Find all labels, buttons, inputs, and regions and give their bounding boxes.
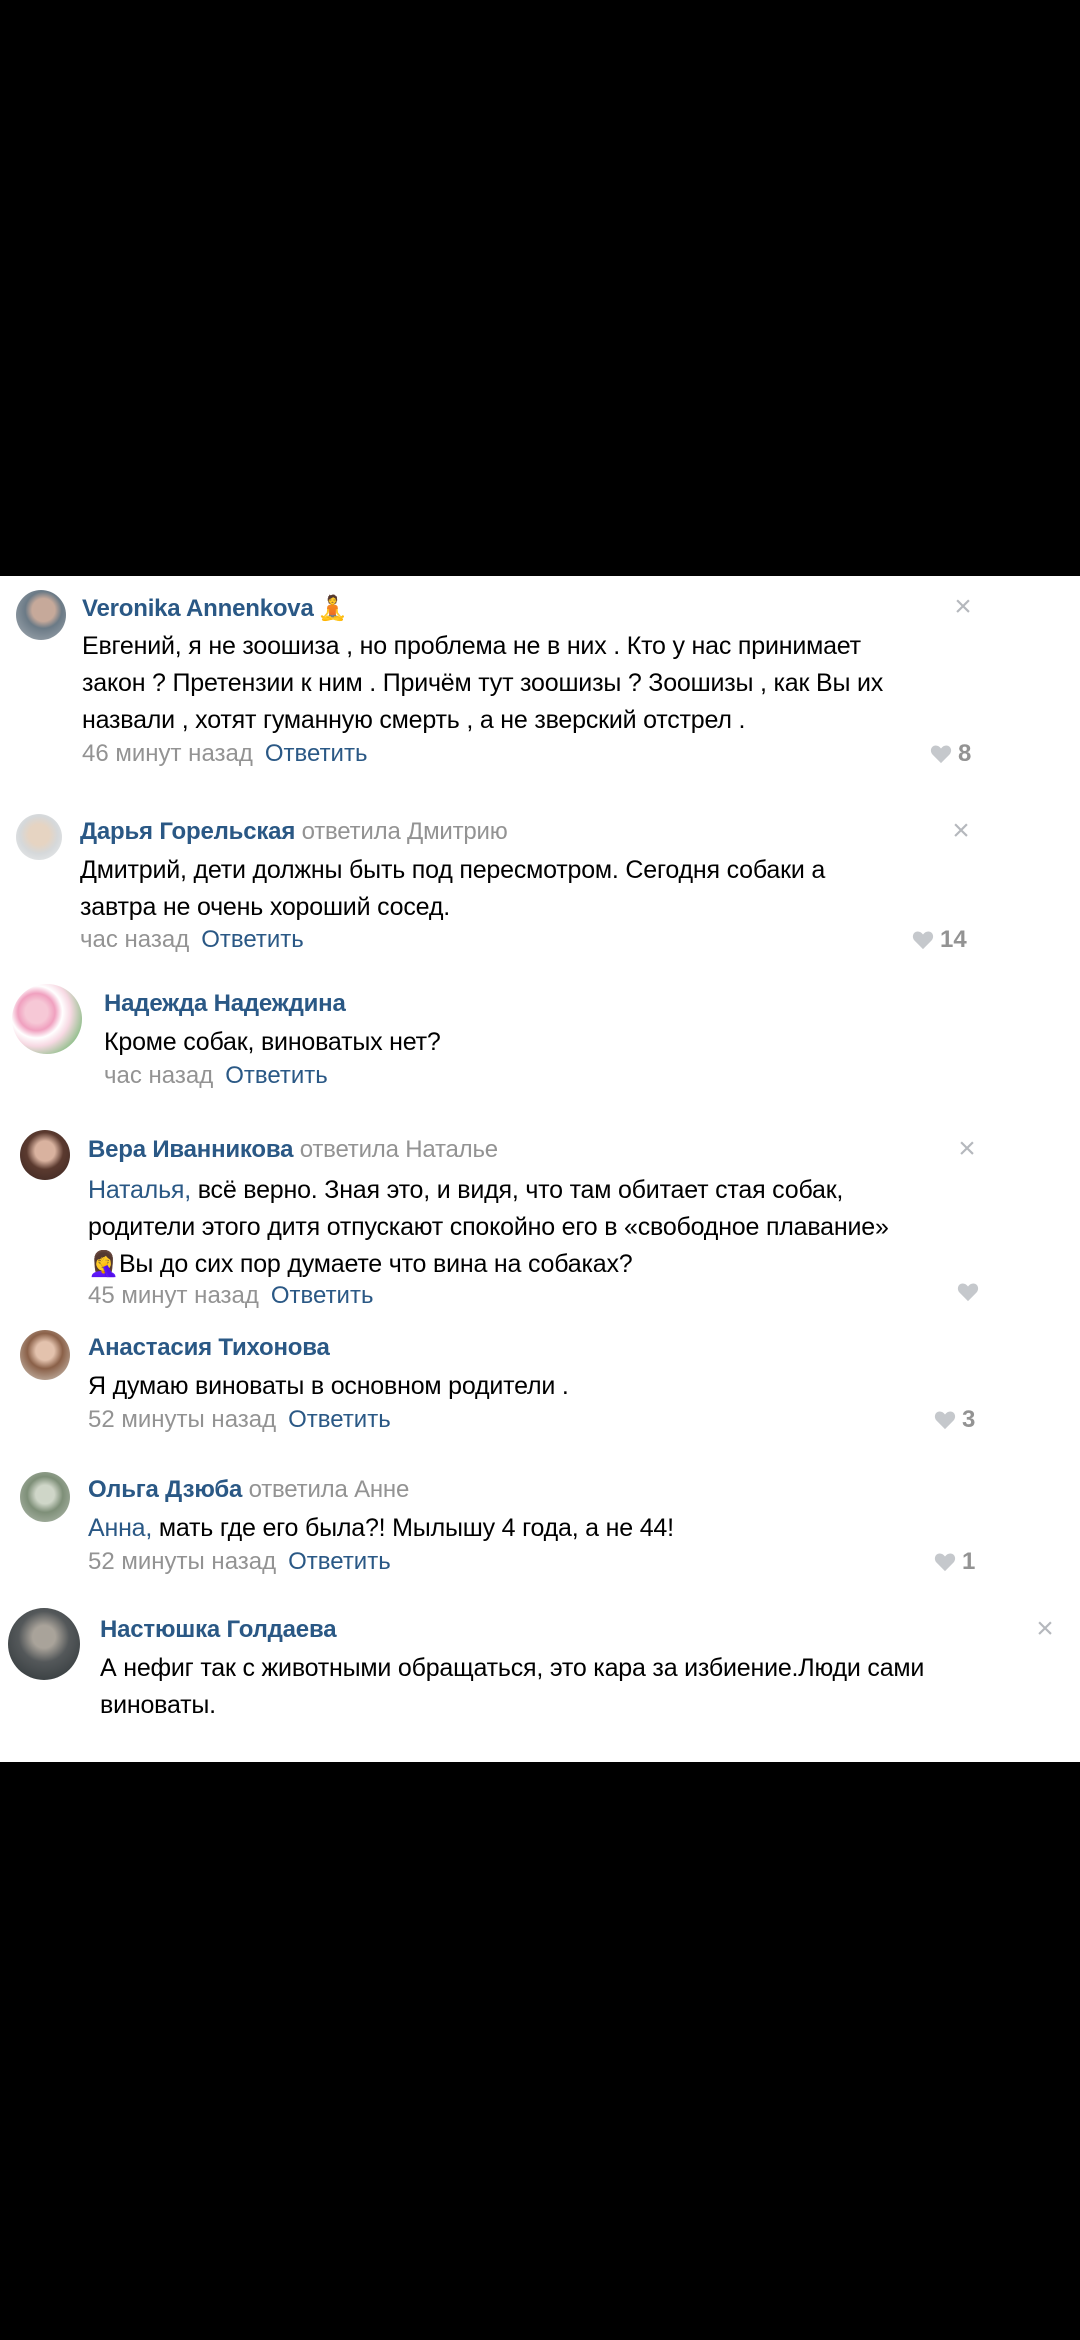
comment-text: А нефиг так с животными обращаться, это … bbox=[100, 1654, 925, 1719]
close-icon[interactable]: × bbox=[952, 592, 974, 622]
comment-time[interactable]: 45 минут назад bbox=[88, 1282, 259, 1309]
author-name[interactable]: Надежда Надеждина bbox=[104, 990, 346, 1017]
close-icon[interactable]: × bbox=[950, 816, 972, 846]
like-button[interactable]: 1 bbox=[934, 1548, 975, 1576]
author-name[interactable]: Дарья Горельская bbox=[80, 818, 295, 845]
comment-author[interactable]: Анастасия Тихонова bbox=[88, 1334, 330, 1362]
comment-author[interactable]: Настюшка Голдаева bbox=[100, 1616, 337, 1644]
avatar[interactable] bbox=[16, 590, 66, 640]
comment-meta: час назад Ответить bbox=[80, 926, 304, 954]
comment-text: Наталья, всё верно. Зная это, и видя, чт… bbox=[88, 1176, 889, 1278]
comment-author[interactable]: Дарья Горельская ответила Дмитрию bbox=[80, 818, 508, 846]
facepalm-emoji-icon: 🤦‍♀️ bbox=[88, 1250, 119, 1278]
comment-author[interactable]: Вера Иванникова ответила Наталье bbox=[88, 1136, 498, 1164]
heart-icon bbox=[957, 1283, 979, 1302]
close-icon[interactable]: × bbox=[1034, 1614, 1056, 1644]
comment-text: Дмитрий, дети должны быть под пересмотро… bbox=[80, 856, 826, 921]
like-count: 3 bbox=[962, 1406, 976, 1433]
comment-meta: 52 минуты назад Ответить bbox=[88, 1406, 391, 1434]
avatar[interactable] bbox=[20, 1330, 70, 1380]
like-count: 1 bbox=[962, 1548, 976, 1575]
like-button[interactable]: 14 bbox=[912, 926, 967, 954]
heart-icon bbox=[934, 1411, 956, 1430]
reply-button[interactable]: Ответить bbox=[288, 1548, 391, 1575]
reply-button[interactable]: Ответить bbox=[265, 740, 368, 767]
comment-author[interactable]: Ольга Дзюба ответила Анне bbox=[88, 1476, 409, 1504]
comment-text: Кроме собак, виноватых нет? bbox=[104, 1028, 441, 1056]
comment-author[interactable]: Veronika Annenkova 🧘 bbox=[82, 594, 347, 623]
avatar[interactable] bbox=[20, 1472, 70, 1522]
author-name[interactable]: Анастасия Тихонова bbox=[88, 1334, 330, 1361]
avatar[interactable] bbox=[16, 814, 62, 860]
lotus-emoji-icon: 🧘 bbox=[317, 595, 348, 622]
comment-time[interactable]: 52 минуты назад bbox=[88, 1406, 276, 1433]
like-count: 8 bbox=[958, 740, 972, 767]
heart-icon bbox=[930, 745, 952, 764]
addressee-link[interactable]: Наталья, bbox=[88, 1176, 191, 1204]
like-button[interactable]: 8 bbox=[930, 740, 971, 768]
reply-button[interactable]: Ответить bbox=[201, 926, 304, 953]
comment-text: Анна, мать где его была?! Мылышу 4 года,… bbox=[88, 1514, 674, 1542]
comment-time[interactable]: час назад bbox=[80, 926, 189, 953]
like-button[interactable] bbox=[957, 1282, 979, 1302]
comment-text: Евгений, я не зоошиза , но проблема не в… bbox=[82, 632, 884, 734]
comment-time[interactable]: 46 минут назад bbox=[82, 740, 253, 767]
author-name[interactable]: Настюшка Голдаева bbox=[100, 1616, 337, 1643]
like-button[interactable]: 3 bbox=[934, 1406, 975, 1434]
reply-button[interactable]: Ответить bbox=[288, 1406, 391, 1433]
reply-button[interactable]: Ответить bbox=[271, 1282, 374, 1309]
comment-meta: 52 минуты назад Ответить bbox=[88, 1548, 391, 1576]
reply-target[interactable]: ответила Дмитрию bbox=[302, 818, 508, 845]
comment-time[interactable]: 52 минуты назад bbox=[88, 1548, 276, 1575]
close-icon[interactable]: × bbox=[956, 1134, 978, 1164]
heart-icon bbox=[912, 931, 934, 950]
author-name[interactable]: Veronika Annenkova bbox=[82, 595, 314, 622]
like-count: 14 bbox=[940, 926, 967, 953]
author-name[interactable]: Ольга Дзюба bbox=[88, 1476, 242, 1503]
comment-author[interactable]: Надежда Надеждина bbox=[104, 990, 346, 1018]
heart-icon bbox=[934, 1553, 956, 1572]
comment-time[interactable]: час назад bbox=[104, 1062, 213, 1089]
comment-meta: час назад Ответить bbox=[104, 1062, 328, 1090]
comments-panel: Veronika Annenkova 🧘 × Евгений, я не зоош… bbox=[0, 576, 1080, 1762]
addressee-link[interactable]: Анна, bbox=[88, 1514, 152, 1542]
comment-meta: 46 минут назад Ответить bbox=[82, 740, 367, 768]
comment-meta: 45 минут назад Ответить bbox=[88, 1282, 373, 1310]
avatar[interactable] bbox=[12, 984, 82, 1054]
avatar[interactable] bbox=[8, 1608, 80, 1680]
reply-target[interactable]: ответила Анне bbox=[249, 1476, 410, 1503]
reply-button[interactable]: Ответить bbox=[225, 1062, 328, 1089]
avatar[interactable] bbox=[20, 1130, 70, 1180]
author-name[interactable]: Вера Иванникова bbox=[88, 1136, 293, 1163]
comment-text: Я думаю виноваты в основном родители . bbox=[88, 1372, 569, 1400]
reply-target[interactable]: ответила Наталье bbox=[300, 1136, 498, 1163]
